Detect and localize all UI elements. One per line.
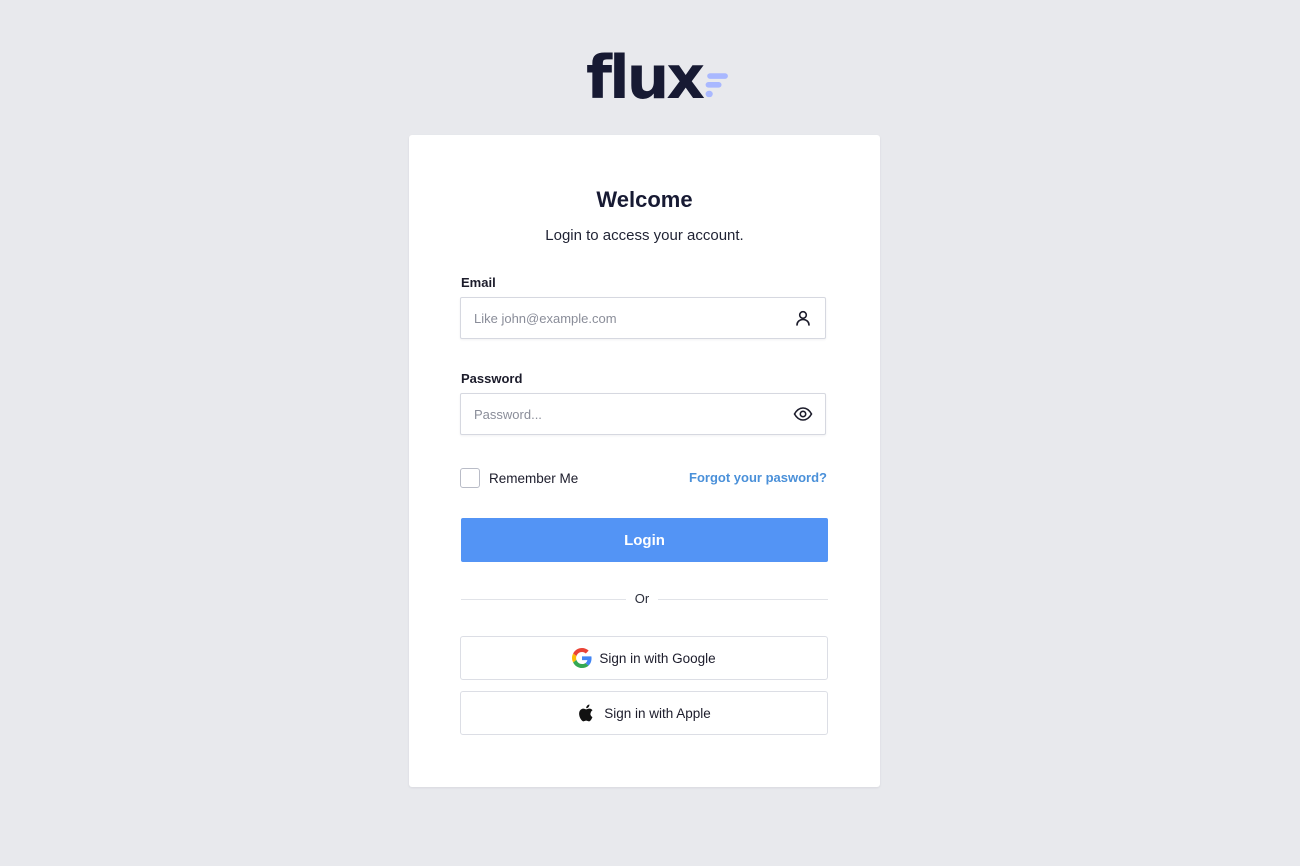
google-signin-button[interactable]: Sign in with Google bbox=[460, 636, 828, 680]
apple-signin-button[interactable]: Sign in with Apple bbox=[460, 691, 828, 735]
password-field-container bbox=[460, 393, 826, 435]
password-input[interactable] bbox=[461, 394, 781, 434]
remember-me-checkbox[interactable] bbox=[460, 468, 480, 488]
apple-icon bbox=[579, 704, 593, 722]
google-icon bbox=[572, 648, 592, 668]
email-field-container bbox=[460, 297, 826, 339]
email-label: Email bbox=[461, 275, 496, 290]
logo-speed-lines-icon bbox=[705, 73, 728, 98]
google-signin-label: Sign in with Google bbox=[599, 650, 716, 666]
user-icon bbox=[796, 310, 810, 326]
password-label: Password bbox=[461, 371, 523, 386]
remember-me-label[interactable]: Remember Me bbox=[489, 471, 578, 486]
divider-label: Or bbox=[634, 591, 650, 606]
eye-icon[interactable] bbox=[793, 405, 813, 423]
apple-signin-label: Sign in with Apple bbox=[604, 705, 711, 721]
remember-me: Remember Me bbox=[460, 467, 578, 489]
login-button[interactable]: Login bbox=[461, 518, 828, 562]
flux-logo: flux bbox=[586, 43, 728, 113]
divider-line-right bbox=[658, 599, 828, 600]
forgot-password-link[interactable]: Forgot your pasword? bbox=[689, 470, 827, 485]
welcome-subtitle: Login to access your account. bbox=[545, 227, 744, 244]
welcome-title: Welcome bbox=[596, 187, 693, 212]
divider-line-left bbox=[461, 599, 626, 600]
login-card: Welcome Login to access your account. Em… bbox=[409, 135, 880, 787]
or-divider: Or bbox=[461, 590, 828, 610]
email-input[interactable] bbox=[461, 298, 781, 338]
logo-wordmark: flux bbox=[586, 43, 705, 113]
